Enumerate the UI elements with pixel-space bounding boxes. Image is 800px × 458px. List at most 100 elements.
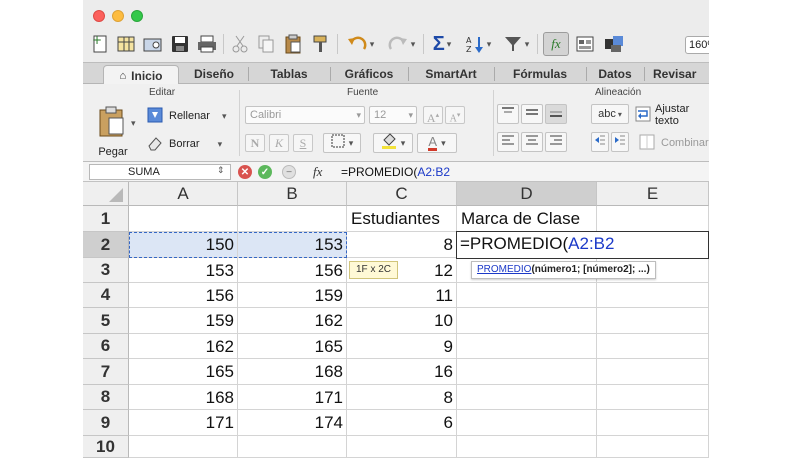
row-header-8[interactable]: 8 (83, 385, 129, 410)
zoom-field[interactable]: 160% (685, 36, 709, 54)
cell-a10[interactable] (129, 436, 238, 458)
cell-b5[interactable]: 162 (238, 308, 347, 334)
cell-c4[interactable]: 11 (347, 283, 457, 308)
cell-c5[interactable]: 10 (347, 308, 457, 334)
sort-button[interactable]: AZ (461, 32, 495, 56)
row-header-4[interactable]: 4 (83, 283, 129, 308)
cell-b7[interactable]: 168 (238, 359, 347, 385)
decrease-indent-button[interactable] (591, 132, 609, 152)
tab-inicio[interactable]: ⌂ Inicio (103, 65, 179, 85)
column-header-b[interactable]: B (238, 182, 347, 206)
cell-b2[interactable]: 153 (238, 232, 347, 258)
column-header-d[interactable]: D (457, 182, 597, 206)
cell-a9[interactable]: 171 (129, 410, 238, 436)
tab-diseno[interactable]: Diseño (181, 65, 247, 83)
cell-a4[interactable]: 156 (129, 283, 238, 308)
cell-c6[interactable]: 9 (347, 334, 457, 359)
row-header-9[interactable]: 9 (83, 410, 129, 436)
font-color-button[interactable]: A ▾ (417, 133, 457, 153)
cell-e1[interactable] (597, 206, 709, 232)
cell-d1[interactable]: Marca de Clase (457, 206, 597, 232)
cell-b6[interactable]: 165 (238, 334, 347, 359)
cell-e10[interactable] (597, 436, 709, 458)
save-button[interactable] (169, 32, 191, 56)
cell-d6[interactable] (457, 334, 597, 359)
cell-d8[interactable] (457, 385, 597, 410)
column-header-e[interactable]: E (597, 182, 709, 206)
tab-revisar[interactable]: Revisar (647, 65, 709, 83)
bold-button[interactable]: N (245, 134, 265, 152)
cell-c10[interactable] (347, 436, 457, 458)
cell-c8[interactable]: 8 (347, 385, 457, 410)
cell-d4[interactable] (457, 283, 597, 308)
align-right-button[interactable] (545, 132, 567, 152)
borders-button[interactable]: ▾ (323, 133, 361, 153)
templates-button[interactable] (115, 32, 137, 56)
align-middle-button[interactable] (521, 104, 543, 124)
row-header-7[interactable]: 7 (83, 359, 129, 385)
select-all-corner[interactable] (83, 182, 129, 206)
tab-smartart[interactable]: SmartArt (409, 65, 493, 83)
cell-c7[interactable]: 16 (347, 359, 457, 385)
increase-font-button[interactable]: A▴ (423, 106, 443, 125)
toolbox-button[interactable] (573, 32, 597, 56)
cancel-formula-icon[interactable]: ✕ (238, 165, 252, 179)
cell-b10[interactable] (238, 436, 347, 458)
undo-button[interactable] (341, 32, 379, 56)
cell-a3[interactable]: 153 (129, 258, 238, 283)
cell-a6[interactable]: 162 (129, 334, 238, 359)
copy-button[interactable] (255, 32, 277, 56)
fill-color-button[interactable]: ▾ (373, 132, 413, 153)
row-header-1[interactable]: 1 (83, 206, 129, 232)
cut-button[interactable] (229, 32, 251, 56)
cell-c2[interactable]: 8 (347, 232, 457, 258)
cell-c1[interactable]: Estudiantes (347, 206, 457, 232)
align-center-button[interactable] (521, 132, 543, 152)
underline-button[interactable]: S (293, 134, 313, 152)
column-header-c[interactable]: C (347, 182, 457, 206)
paste-button[interactable] (281, 32, 305, 56)
cell-b8[interactable]: 171 (238, 385, 347, 410)
fx-icon[interactable]: fx (313, 164, 322, 180)
cell-d2-editor[interactable]: =PROMEDIO(A2:B2 (456, 231, 709, 259)
cell-e6[interactable] (597, 334, 709, 359)
cell-e5[interactable] (597, 308, 709, 334)
close-window-button[interactable] (93, 10, 105, 22)
chevron-updown-icon[interactable]: ⇕ (217, 165, 225, 176)
font-name-combo[interactable]: Calibri (245, 106, 365, 124)
wrap-text-button[interactable]: Ajustar texto (635, 103, 709, 127)
media-browser-button[interactable] (601, 32, 627, 56)
cell-d10[interactable] (457, 436, 597, 458)
print-button[interactable] (195, 32, 219, 56)
cell-b4[interactable]: 159 (238, 283, 347, 308)
open-button[interactable] (141, 32, 165, 56)
align-bottom-button[interactable] (545, 104, 567, 124)
tab-tablas[interactable]: Tablas (249, 65, 329, 83)
cell-d5[interactable] (457, 308, 597, 334)
fill-button[interactable]: Rellenar ▾ (147, 106, 227, 126)
font-size-combo[interactable]: 12 (369, 106, 417, 124)
row-header-6[interactable]: 6 (83, 334, 129, 359)
format-painter-button[interactable] (309, 32, 333, 56)
redo-button[interactable] (383, 32, 419, 56)
paste-options-arrow[interactable]: ▾ (131, 118, 136, 129)
tab-graficos[interactable]: Gráficos (331, 65, 407, 83)
cell-e9[interactable] (597, 410, 709, 436)
row-header-3[interactable]: 3 (83, 258, 129, 283)
tab-formulas[interactable]: Fórmulas (495, 65, 585, 83)
cell-e4[interactable] (597, 283, 709, 308)
decrease-font-button[interactable]: A▾ (445, 106, 465, 124)
row-header-10[interactable]: 10 (83, 436, 129, 458)
row-header-5[interactable]: 5 (83, 308, 129, 334)
cell-d9[interactable] (457, 410, 597, 436)
merge-button[interactable]: Combinar (639, 134, 709, 152)
minimize-window-button[interactable] (112, 10, 124, 22)
italic-button[interactable]: K (269, 134, 289, 152)
cell-e7[interactable] (597, 359, 709, 385)
cell-a5[interactable]: 159 (129, 308, 238, 334)
align-top-button[interactable] (497, 104, 519, 124)
cell-b1[interactable] (238, 206, 347, 232)
cell-e8[interactable] (597, 385, 709, 410)
row-header-2[interactable]: 2 (83, 232, 129, 258)
zoom-window-button[interactable] (131, 10, 143, 22)
